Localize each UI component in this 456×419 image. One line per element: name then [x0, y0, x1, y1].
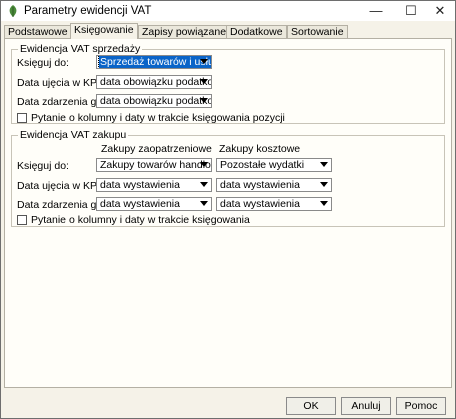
chevron-down-icon	[200, 59, 208, 64]
title-bar[interactable]: Parametry ewidencji VAT — ☐ ✕	[1, 1, 455, 21]
purchase-cost-book-to-value: Pozostałe wydatki	[220, 159, 305, 171]
sales-book-to-select[interactable]: Sprzedaż towarów i usług	[96, 55, 212, 69]
cancel-button[interactable]: Anuluj	[341, 397, 391, 415]
purchase-supply-book-to-select[interactable]: Zakupy towarów handlowych	[96, 158, 212, 172]
sales-group-legend: Ewidencja VAT sprzedaży	[20, 43, 141, 55]
purchase-cost-book-to-select[interactable]: Pozostałe wydatki	[216, 158, 332, 172]
chevron-down-icon	[200, 98, 208, 103]
purchase-supply-kpir-date-select[interactable]: data wystawienia	[96, 178, 212, 192]
sales-kpir-date-value: data obowiązku podatkowego	[100, 76, 211, 88]
chevron-down-icon	[200, 79, 208, 84]
purchase-col-header-supply: Zakupy zaopatrzeniowe	[101, 143, 212, 155]
purchase-cost-event-date-value: data wystawienia	[220, 198, 300, 210]
purchase-ask-columns-checkbox[interactable]	[17, 215, 27, 225]
tab-ksiegowanie[interactable]: Księgowanie	[70, 23, 138, 39]
chevron-down-icon	[320, 162, 328, 167]
sales-event-date-select[interactable]: data obowiązku podatkowego	[96, 94, 212, 108]
close-button[interactable]: ✕	[425, 1, 455, 21]
purchase-supply-event-date-select[interactable]: data wystawienia	[96, 197, 212, 211]
purchase-cost-kpir-date-value: data wystawienia	[220, 179, 300, 191]
chevron-down-icon	[200, 182, 208, 187]
tab-zapisy-powiazane[interactable]: Zapisy powiązane	[138, 25, 231, 38]
tab-dodatkowe[interactable]: Dodatkowe	[226, 25, 287, 38]
window-title: Parametry ewidencji VAT	[24, 5, 152, 17]
tab-podstawowe[interactable]: Podstawowe	[4, 25, 72, 38]
leaf-icon	[9, 5, 17, 17]
ok-button[interactable]: OK	[286, 397, 336, 415]
sales-book-to-label: Księguj do:	[17, 57, 69, 69]
purchase-supply-book-to-value: Zakupy towarów handlowych	[100, 159, 211, 171]
purchase-supply-kpir-date-value: data wystawienia	[100, 179, 180, 191]
purchase-supply-event-date-value: data wystawienia	[100, 198, 180, 210]
sales-ask-columns-label: Pytanie o kolumny i daty w trakcie księg…	[31, 112, 285, 124]
sales-kpir-date-select[interactable]: data obowiązku podatkowego	[96, 75, 212, 89]
chevron-down-icon	[320, 182, 328, 187]
dialog-window: Parametry ewidencji VAT — ☐ ✕ Podstawowe…	[0, 0, 456, 419]
chevron-down-icon	[320, 201, 328, 206]
purchase-ask-columns-label: Pytanie o kolumny i daty w trakcie księg…	[31, 214, 250, 226]
sales-ask-columns-checkbox[interactable]	[17, 113, 27, 123]
sales-event-date-value: data obowiązku podatkowego	[100, 95, 211, 107]
purchase-col-header-cost: Zakupy kosztowe	[219, 143, 301, 155]
minimize-button[interactable]: —	[361, 1, 391, 21]
tab-sortowanie[interactable]: Sortowanie	[287, 25, 348, 38]
tab-panel: Ewidencja VAT sprzedaży Księguj do: Sprz…	[4, 38, 452, 388]
purchase-cost-event-date-select[interactable]: data wystawienia	[216, 197, 332, 211]
purchase-cost-kpir-date-select[interactable]: data wystawienia	[216, 178, 332, 192]
sales-book-to-value: Sprzedaż towarów i usług	[98, 56, 211, 68]
purchase-book-to-label: Księguj do:	[17, 160, 69, 172]
help-button[interactable]: Pomoc	[396, 397, 446, 415]
maximize-button[interactable]: ☐	[396, 1, 426, 21]
purchase-group-legend: Ewidencja VAT zakupu	[20, 129, 127, 141]
chevron-down-icon	[200, 162, 208, 167]
chevron-down-icon	[200, 201, 208, 206]
